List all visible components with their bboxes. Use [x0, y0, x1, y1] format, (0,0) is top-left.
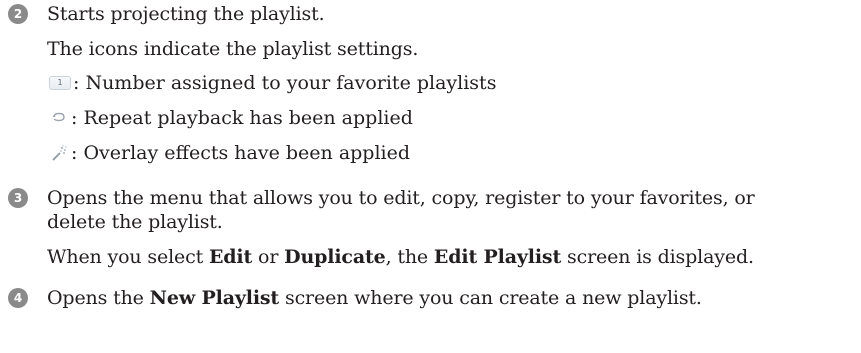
step-3-note: When you select Edit or Duplicate, the E… — [47, 246, 754, 268]
duplicate-term: Duplicate — [284, 246, 386, 268]
legend-overlay: : Overlay effects have been applied — [47, 141, 410, 165]
edit-playlist-term: Edit Playlist — [433, 246, 562, 268]
step-2-badge: 2 — [8, 4, 28, 24]
legend-repeat-text: : Repeat playback has been applied — [71, 107, 413, 129]
step-3-text-line-1: Opens the menu that allows you to edit, … — [47, 187, 755, 209]
step-3-text-line-2: delete the playlist. — [47, 211, 223, 233]
favorite-number-icon: 1 — [49, 76, 71, 90]
step-4-badge: 4 — [8, 288, 28, 308]
repeat-icon — [52, 112, 65, 122]
new-playlist-term: New Playlist — [149, 287, 280, 309]
step-4-text: Opens the New Playlist screen where you … — [47, 287, 702, 309]
step-2-text: Starts projecting the playlist. — [47, 3, 325, 25]
legend-favorite-number-text: : Number assigned to your favorite playl… — [73, 72, 497, 94]
legend-repeat: : Repeat playback has been applied — [47, 106, 413, 130]
edit-term: Edit — [208, 246, 253, 268]
icons-intro-text: The icons indicate the playlist settings… — [47, 38, 419, 60]
legend-overlay-text: : Overlay effects have been applied — [71, 142, 411, 164]
overlay-effects-icon — [52, 144, 67, 161]
step-3-badge: 3 — [8, 188, 28, 208]
legend-favorite-number: 1 : Number assigned to your favorite pla… — [47, 71, 496, 95]
manual-page: 2 Starts projecting the playlist. The ic… — [0, 0, 861, 353]
